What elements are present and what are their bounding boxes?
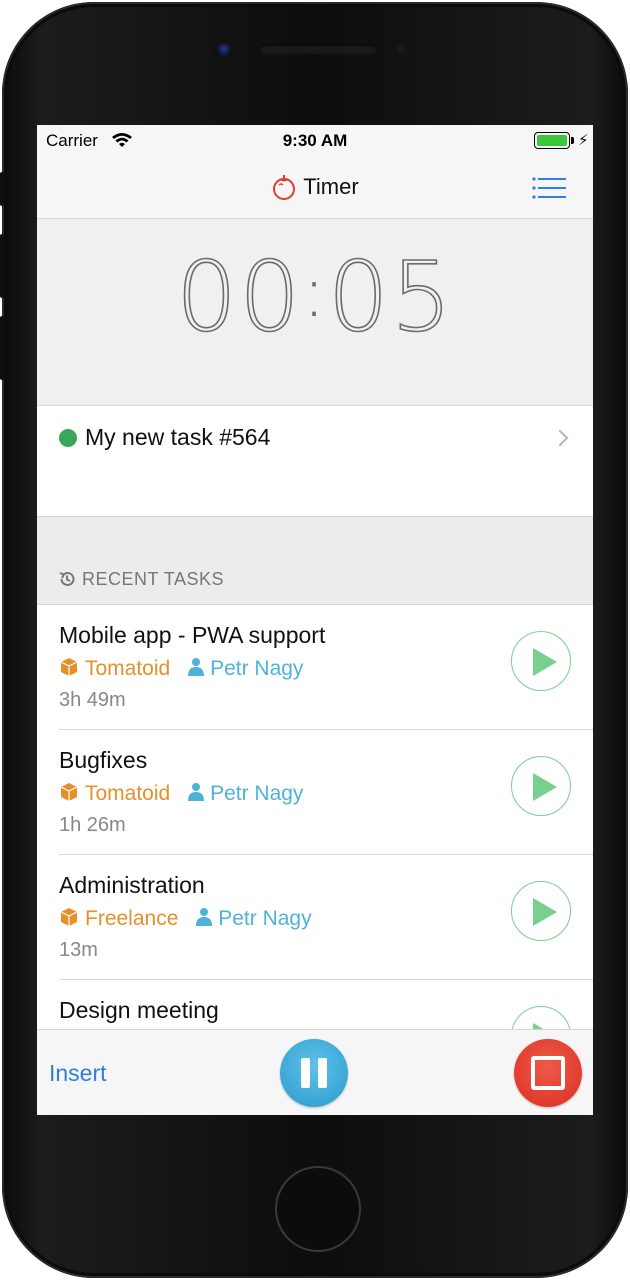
task-title: Administration [59,872,205,898]
clock: 9:30 AM [282,131,348,150]
app-screen: Carrier 9:30 AM ⚡ Timer 00:05 My new tas… [37,125,593,1115]
list-item[interactable]: Design meeting [37,980,593,1029]
navigation-bar: Timer [37,157,593,219]
current-task-name: My new task #564 [85,424,271,450]
nav-title-text: Timer [303,174,359,200]
volume-up-button [0,234,4,298]
pause-icon-bar-left [301,1058,310,1088]
list-item[interactable]: Mobile app - PWA support Tomatoid Petr N… [37,605,593,730]
history-icon [59,571,75,586]
chevron-right-icon [558,429,569,447]
stop-button[interactable] [514,1039,582,1107]
project-box-icon [60,783,78,801]
stop-icon [531,1056,565,1090]
play-button[interactable] [511,1006,571,1029]
charging-icon: ⚡ [578,132,589,149]
tomato-icon [273,175,296,201]
task-title: Bugfixes [59,747,148,773]
recent-tasks-label: RECENT TASKS [82,569,225,589]
list-item[interactable]: Administration Freelance Petr Nagy 13m [37,855,593,980]
task-duration: 3h 49m [59,689,126,711]
task-duration: 13m [59,939,98,961]
project-box-icon [60,658,78,676]
list-item[interactable]: Bugfixes Tomatoid Petr Nagy 1h 26m [37,730,593,855]
home-button[interactable] [275,1166,361,1252]
status-dot [59,429,77,447]
bottom-toolbar: Insert [37,1029,593,1115]
recent-tasks-list: Mobile app - PWA support Tomatoid Petr N… [37,605,593,1029]
project-box-icon [60,908,78,926]
current-task-row[interactable]: My new task #564 [37,406,593,517]
user-icon [196,908,213,926]
recent-tasks-header: RECENT TASKS [37,517,593,605]
user-icon [188,783,205,801]
mute-switch [0,172,4,206]
battery-icon [534,132,570,149]
list-icon[interactable] [532,177,566,199]
task-project: Freelance [85,907,179,930]
timer-separator: : [302,251,328,333]
front-camera [215,40,233,58]
battery-tip [571,137,574,144]
play-icon [533,773,557,801]
timer-minutes: 00 [175,240,303,354]
task-project: Tomatoid [85,782,171,805]
task-meta: Tomatoid Petr Nagy [59,782,303,806]
timer-value: 00:05 [37,240,593,354]
timer-display: 00:05 [37,219,593,406]
nav-title: Timer [37,173,593,201]
task-title: Design meeting [59,997,219,1023]
task-user: Petr Nagy [210,657,304,680]
play-button[interactable] [511,881,571,941]
timer-seconds: 05 [327,240,454,354]
task-user: Petr Nagy [218,907,312,930]
play-icon [533,898,557,926]
insert-button[interactable]: Insert [49,1060,107,1087]
pause-icon-bar-right [318,1058,327,1088]
play-button[interactable] [511,756,571,816]
task-user: Petr Nagy [210,782,304,805]
status-bar: Carrier 9:30 AM ⚡ [37,125,593,157]
task-project: Tomatoid [85,657,171,680]
proximity-sensor [397,45,405,53]
play-button[interactable] [511,631,571,691]
pause-button[interactable] [280,1039,348,1107]
task-title: Mobile app - PWA support [59,622,326,648]
task-meta: Tomatoid Petr Nagy [59,657,303,681]
play-icon [533,648,557,676]
volume-down-button [0,316,4,380]
user-icon [188,658,205,676]
task-meta: Freelance Petr Nagy [59,907,312,931]
task-duration: 1h 26m [59,814,126,836]
earpiece-speaker [259,44,377,54]
play-icon [533,1023,544,1029]
